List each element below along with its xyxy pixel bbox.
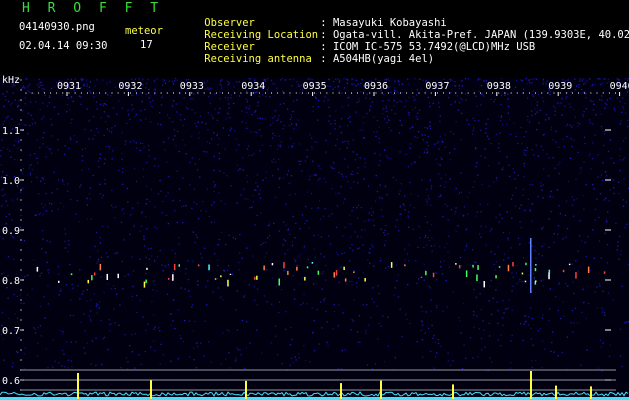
y-axis-unit: kHz <box>2 75 20 86</box>
noise-layer <box>0 78 629 400</box>
signal-spike <box>555 385 557 399</box>
x-tick-label: 0939 <box>548 81 572 92</box>
x-tick-label: 0937 <box>425 81 449 92</box>
y-tick-label: 0.7 <box>2 326 20 337</box>
antenna-value: : A504HB(yagi 4el) <box>320 53 435 65</box>
y-tick-label: 0.9 <box>2 226 20 237</box>
signal-spike <box>340 383 342 399</box>
signal-spike <box>77 373 79 399</box>
signal-spike <box>530 371 532 399</box>
spectrogram-window: kHz 1.1 1.0 0.9 0.8 0.7 0.6 0931 0932 0933 0934 093… <box>0 0 629 400</box>
y-tick-label: 0.6 <box>2 376 20 387</box>
x-tick-label: 0933 <box>180 81 204 92</box>
signal-spike <box>380 380 382 399</box>
signal-spike <box>245 380 247 399</box>
app-title: H R O F F T <box>22 1 164 16</box>
x-tick-label: 0935 <box>303 81 327 92</box>
antenna-row: Receiving antenna : A504HB(yagi 4el) <box>179 41 434 77</box>
x-tick-label: 0936 <box>364 81 388 92</box>
capture-datetime: 02.04.14 09:30 <box>19 40 108 52</box>
meteor-label: meteor <box>125 25 163 37</box>
x-tick-label: 0940 <box>610 81 629 92</box>
y-tick-label: 1.0 <box>2 176 20 187</box>
y-tick-label: 1.1 <box>2 126 20 137</box>
antenna-key: Receiving antenna <box>204 53 312 65</box>
x-tick-label: 0931 <box>57 81 81 92</box>
y-tick-label: 0.8 <box>2 276 20 287</box>
x-tick-label: 0938 <box>487 81 511 92</box>
signal-spike <box>150 380 152 399</box>
file-name: 04140930.png <box>19 21 95 33</box>
x-tick-label: 0932 <box>118 81 142 92</box>
signal-spike <box>590 386 592 399</box>
meteor-count: 17 <box>140 39 153 51</box>
x-tick-label: 0934 <box>241 81 265 92</box>
signal-spike <box>452 384 454 399</box>
